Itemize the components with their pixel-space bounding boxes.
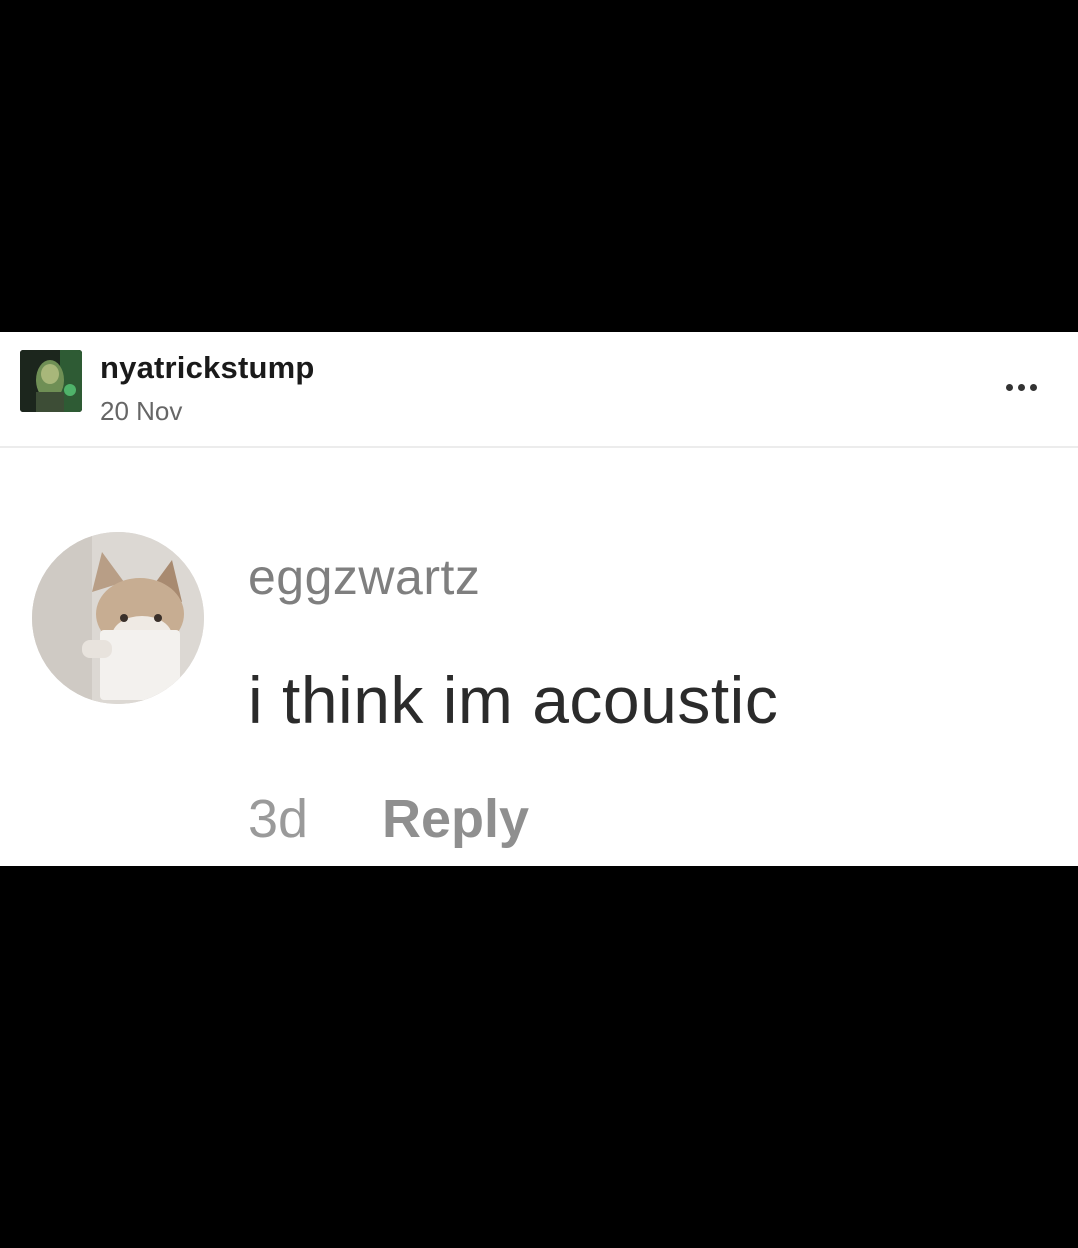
comment-timestamp: 3d (248, 789, 309, 849)
reply-button: Reply (382, 789, 530, 849)
letterbox-top (0, 0, 1078, 332)
cat-avatar-image (32, 532, 204, 704)
post-date: 20 Nov (100, 396, 183, 426)
post-header: nyatrickstump 20 Nov (0, 332, 1078, 448)
comment-screenshot: eggzwartz i think im acoustic 3d Reply (0, 448, 1078, 866)
more-options-icon[interactable] (998, 376, 1046, 400)
poster-avatar[interactable] (20, 350, 82, 412)
letterbox-bottom (0, 866, 1078, 1248)
dot (1030, 384, 1037, 391)
comment-text: i think im acoustic (248, 663, 779, 737)
commenter-avatar (32, 532, 204, 704)
dot (1006, 384, 1013, 391)
poster-avatar-image (20, 350, 82, 412)
commenter-username: eggzwartz (248, 549, 481, 605)
dot (1018, 384, 1025, 391)
poster-username[interactable]: nyatrickstump (100, 350, 315, 386)
post-card: nyatrickstump 20 Nov eggzwartz i think i… (0, 332, 1078, 866)
